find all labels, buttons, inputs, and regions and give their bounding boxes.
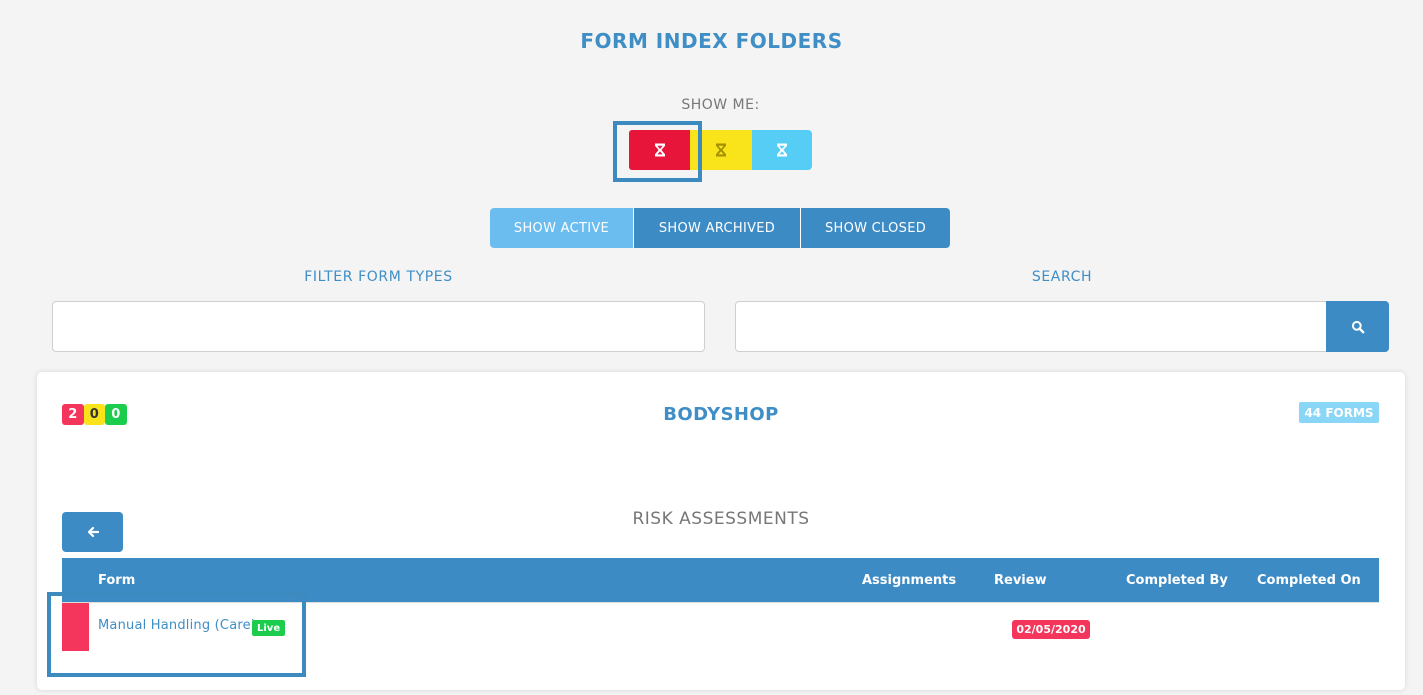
row-status-indicator	[62, 603, 89, 651]
column-header-form: Form	[98, 572, 136, 588]
folder-title: BODYSHOP	[663, 404, 779, 425]
hourglass-icon	[777, 143, 787, 157]
table-header: Form Assignments Review Completed By Com…	[62, 558, 1379, 602]
show-archived-button[interactable]: SHOW ARCHIVED	[633, 208, 800, 248]
form-link[interactable]: Manual Handling (Care)	[98, 618, 256, 633]
show-active-button[interactable]: SHOW ACTIVE	[490, 208, 633, 248]
view-tabs: SHOW ACTIVE SHOW ARCHIVED SHOW CLOSED	[490, 208, 950, 248]
column-header-assignments: Assignments	[862, 572, 957, 588]
status-filter-group	[629, 130, 812, 170]
search-button[interactable]	[1326, 301, 1389, 352]
search-label: SEARCH	[1031, 269, 1093, 285]
page-title: FORM INDEX FOLDERS	[580, 29, 843, 53]
hourglass-icon	[654, 143, 665, 157]
filter-form-types-input[interactable]	[52, 301, 705, 352]
show-me-label: SHOW ME:	[681, 97, 760, 113]
status-filter-yellow-button[interactable]	[690, 130, 752, 170]
review-date-badge: 02/05/2020	[1012, 620, 1090, 639]
show-closed-button[interactable]: SHOW CLOSED	[800, 208, 950, 248]
forms-count-badge: 44 FORMS	[1299, 402, 1379, 423]
filter-form-types-label: FILTER FORM TYPES	[304, 269, 453, 285]
search-input[interactable]	[735, 301, 1328, 352]
hourglass-icon	[716, 143, 726, 157]
column-header-completed-on: Completed On	[1257, 572, 1361, 588]
section-title: RISK ASSESSMENTS	[632, 509, 810, 529]
live-badge: Live	[252, 620, 286, 636]
column-header-completed-by: Completed By	[1126, 572, 1228, 588]
column-header-review: Review	[994, 572, 1047, 588]
status-filter-red-button[interactable]	[629, 130, 690, 170]
search-icon	[1351, 320, 1364, 333]
status-filter-blue-button[interactable]	[752, 130, 812, 170]
table-divider	[62, 602, 1379, 603]
